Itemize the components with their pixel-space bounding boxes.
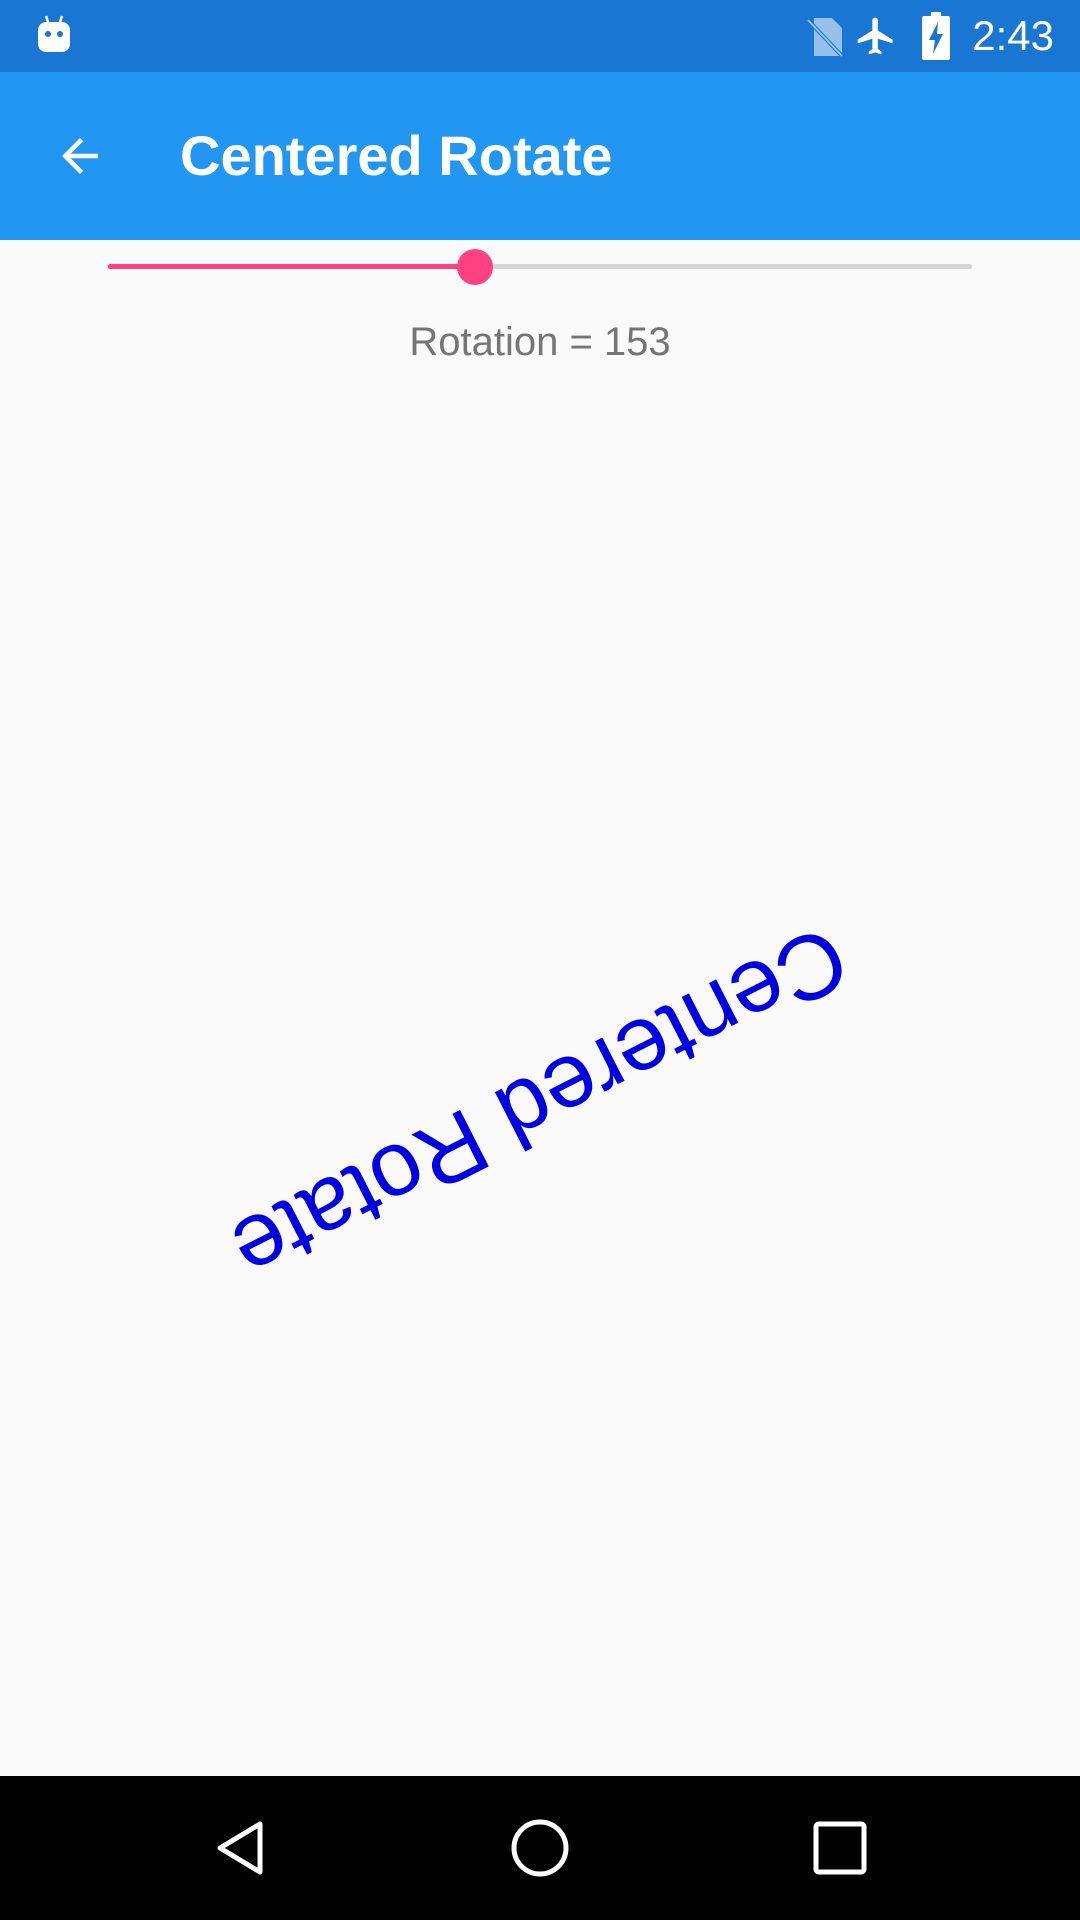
slider-thumb[interactable] <box>457 249 493 285</box>
airplane-mode-icon <box>857 17 893 55</box>
arrow-left-icon <box>62 138 98 174</box>
centered-rotate-text: Centered Rotate <box>216 905 864 1303</box>
nav-home-button[interactable] <box>490 1798 590 1898</box>
rotation-slider[interactable] <box>108 246 972 286</box>
home-circle-icon <box>511 1819 569 1877</box>
navigation-bar <box>0 1776 1080 1920</box>
battery-charging-icon <box>922 12 950 60</box>
nav-back-button[interactable] <box>190 1798 290 1898</box>
screen: 2:43 Centered Rotate Rotation = 153 Cent… <box>0 0 1080 1920</box>
no-sim-icon <box>806 18 844 58</box>
status-clock: 2:43 <box>972 12 1054 59</box>
app-bar: Centered Rotate <box>0 72 1080 240</box>
nav-recents-button[interactable] <box>790 1798 890 1898</box>
page-title: Centered Rotate <box>180 124 613 187</box>
back-triangle-icon <box>217 1821 263 1875</box>
rotation-value-label: Rotation = 153 <box>409 320 671 364</box>
status-bar: 2:43 <box>0 0 1080 72</box>
recents-square-icon <box>813 1821 867 1875</box>
back-button[interactable] <box>40 116 120 196</box>
slider-fill <box>108 264 475 269</box>
android-debug-icon <box>38 15 70 52</box>
